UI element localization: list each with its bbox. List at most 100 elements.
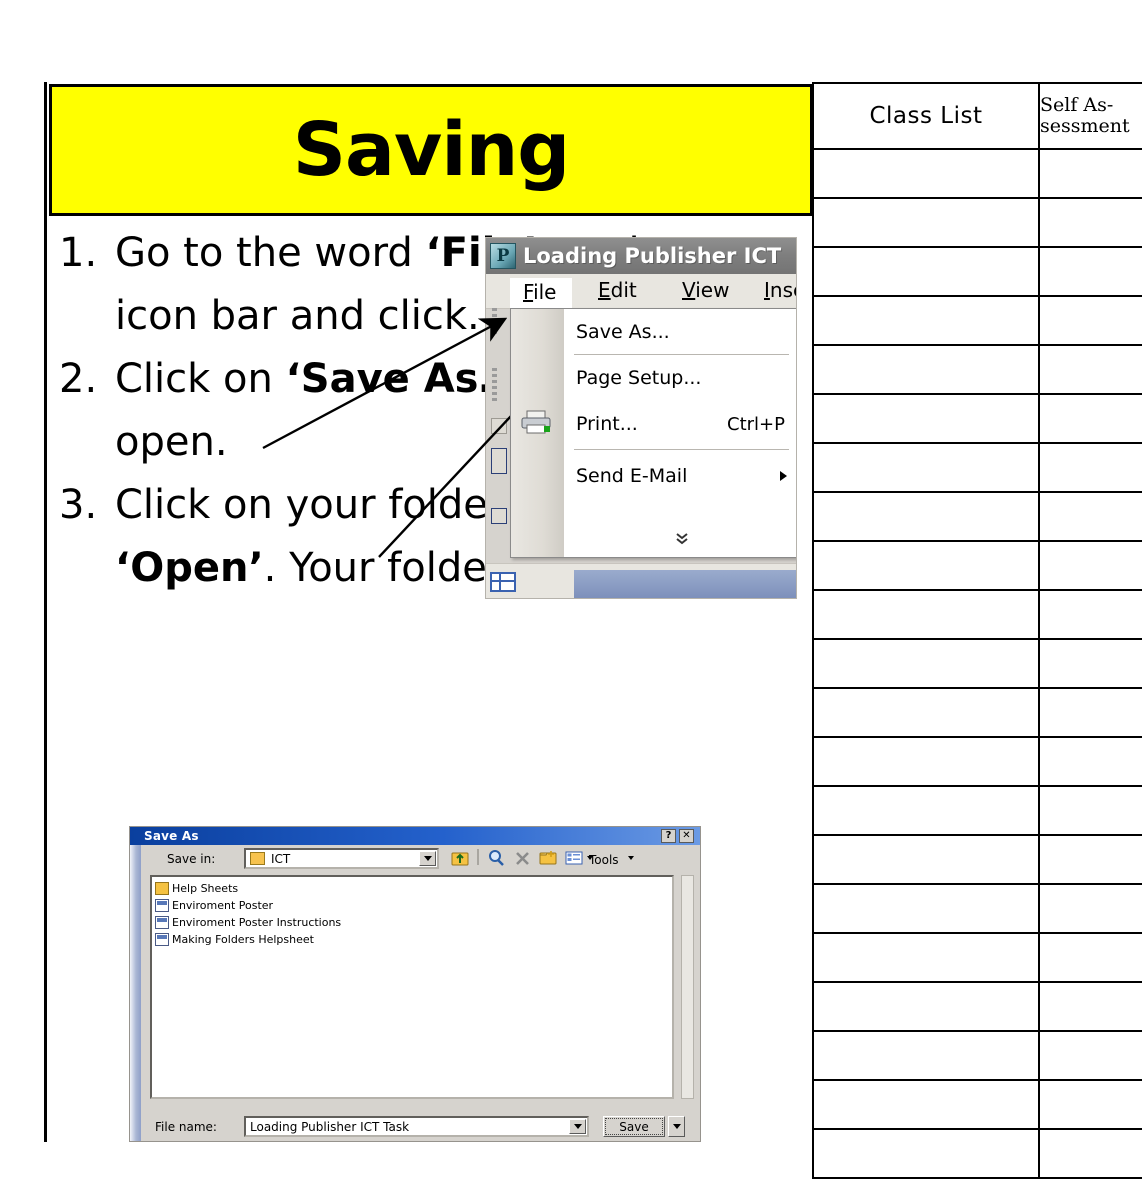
table-row bbox=[812, 1079, 1142, 1130]
cell-self-assessment[interactable] bbox=[1038, 393, 1142, 444]
cell-class-list[interactable] bbox=[812, 834, 1040, 885]
save-as-title-bar: Save As ? ✕ bbox=[130, 827, 700, 845]
file-list-scrollbar[interactable] bbox=[681, 875, 694, 1099]
cell-class-list[interactable] bbox=[812, 638, 1040, 689]
cell-class-list[interactable] bbox=[812, 491, 1040, 542]
chevron-down-icon[interactable] bbox=[569, 1119, 586, 1134]
cell-class-list[interactable] bbox=[812, 1079, 1040, 1130]
menu-item-page-setup[interactable]: Page Setup... bbox=[564, 359, 796, 397]
save-options-dropdown[interactable] bbox=[668, 1116, 685, 1137]
help-button[interactable]: ? bbox=[661, 829, 676, 843]
tools-dropdown-icon[interactable] bbox=[626, 849, 636, 867]
cell-self-assessment[interactable] bbox=[1038, 1030, 1142, 1081]
list-item[interactable]: Help Sheets bbox=[155, 880, 672, 896]
cell-class-list[interactable] bbox=[812, 687, 1040, 738]
title-banner: Saving bbox=[49, 84, 813, 216]
list-item[interactable]: Enviroment Poster bbox=[155, 897, 672, 913]
table-icon bbox=[490, 572, 516, 592]
menu-insert[interactable]: Insert bbox=[764, 278, 796, 302]
save-in-value: ICT bbox=[271, 851, 291, 866]
cell-self-assessment[interactable] bbox=[1038, 785, 1142, 836]
chevron-down-icon[interactable] bbox=[419, 851, 436, 866]
toolbar-grip-icon bbox=[492, 308, 497, 334]
cell-class-list[interactable] bbox=[812, 1128, 1040, 1179]
cell-self-assessment[interactable] bbox=[1038, 687, 1142, 738]
step-number: 2. bbox=[59, 356, 98, 402]
cell-self-assessment[interactable] bbox=[1038, 1079, 1142, 1130]
cell-class-list[interactable] bbox=[812, 148, 1040, 199]
delete-icon[interactable] bbox=[513, 849, 532, 867]
views-icon[interactable] bbox=[565, 849, 584, 867]
cell-class-list[interactable] bbox=[812, 540, 1040, 591]
cell-class-list[interactable] bbox=[812, 785, 1040, 836]
cell-self-assessment[interactable] bbox=[1038, 540, 1142, 591]
menu-item-print-label: Print... bbox=[576, 413, 638, 435]
cell-self-assessment[interactable] bbox=[1038, 344, 1142, 395]
cell-self-assessment[interactable] bbox=[1038, 883, 1142, 934]
cell-class-list[interactable] bbox=[812, 393, 1040, 444]
menu-separator-1 bbox=[574, 354, 789, 355]
cell-class-list[interactable] bbox=[812, 442, 1040, 493]
menu-item-send-email[interactable]: Send E-Mail bbox=[564, 457, 796, 495]
new-folder-icon[interactable] bbox=[539, 849, 558, 867]
cell-self-assessment[interactable] bbox=[1038, 834, 1142, 885]
publisher-file-icon bbox=[155, 898, 169, 912]
file-name-value: Loading Publisher ICT Task bbox=[250, 1119, 410, 1134]
publisher-text-tool[interactable] bbox=[491, 448, 507, 474]
table-row bbox=[812, 736, 1142, 787]
class-roster-table: Class List Self As- sessment bbox=[812, 82, 1142, 1179]
list-item[interactable]: Enviroment Poster Instructions bbox=[155, 914, 672, 930]
cell-self-assessment[interactable] bbox=[1038, 148, 1142, 199]
save-in-combobox[interactable]: ICT bbox=[244, 848, 439, 869]
save-in-label: Save in: bbox=[167, 852, 216, 866]
publisher-picture-tool[interactable] bbox=[491, 508, 507, 524]
cell-class-list[interactable] bbox=[812, 344, 1040, 395]
cell-self-assessment[interactable] bbox=[1038, 442, 1142, 493]
file-name: Help Sheets bbox=[172, 881, 239, 895]
cell-self-assessment[interactable] bbox=[1038, 491, 1142, 542]
expand-menu-chevron-icon[interactable] bbox=[564, 523, 796, 553]
column-header-class-list: Class List bbox=[812, 82, 1040, 150]
file-name-input[interactable]: Loading Publisher ICT Task bbox=[244, 1116, 589, 1137]
menu-file-accel: F bbox=[523, 280, 534, 304]
list-item[interactable]: Making Folders Helpsheet bbox=[155, 931, 672, 947]
up-one-level-icon[interactable] bbox=[451, 849, 470, 867]
cell-self-assessment[interactable] bbox=[1038, 932, 1142, 983]
search-icon[interactable] bbox=[487, 849, 506, 867]
save-button[interactable]: Save bbox=[603, 1116, 665, 1137]
menu-item-print[interactable]: Print... Ctrl+P bbox=[564, 405, 796, 443]
publisher-status-bar bbox=[486, 563, 796, 598]
toolbar-grip-icon-2 bbox=[492, 368, 497, 402]
cell-class-list[interactable] bbox=[812, 197, 1040, 248]
cell-class-list[interactable] bbox=[812, 736, 1040, 787]
cell-self-assessment[interactable] bbox=[1038, 736, 1142, 787]
cell-self-assessment[interactable] bbox=[1038, 197, 1142, 248]
close-icon[interactable]: ✕ bbox=[679, 829, 694, 843]
cell-self-assessment[interactable] bbox=[1038, 295, 1142, 346]
menu-file[interactable]: File bbox=[510, 278, 573, 308]
cell-class-list[interactable] bbox=[812, 932, 1040, 983]
cell-class-list[interactable] bbox=[812, 295, 1040, 346]
cell-self-assessment[interactable] bbox=[1038, 1128, 1142, 1179]
cell-class-list[interactable] bbox=[812, 1030, 1040, 1081]
cell-class-list[interactable] bbox=[812, 246, 1040, 297]
cell-class-list[interactable] bbox=[812, 589, 1040, 640]
cell-self-assessment[interactable] bbox=[1038, 246, 1142, 297]
menu-edit-rest: dit bbox=[610, 278, 637, 302]
cell-class-list[interactable] bbox=[812, 883, 1040, 934]
cell-self-assessment[interactable] bbox=[1038, 638, 1142, 689]
cell-self-assessment[interactable] bbox=[1038, 589, 1142, 640]
cell-class-list[interactable] bbox=[812, 981, 1040, 1032]
step-text-plain: Go to the word bbox=[115, 230, 426, 276]
menu-separator-2 bbox=[574, 449, 789, 450]
menu-edit[interactable]: Edit bbox=[598, 278, 637, 302]
cell-self-assessment[interactable] bbox=[1038, 981, 1142, 1032]
menu-item-save-as[interactable]: Save As... bbox=[564, 313, 796, 351]
file-list[interactable]: Help Sheets Enviroment Poster Enviroment… bbox=[150, 875, 674, 1099]
menu-insert-rest: nsert bbox=[769, 278, 796, 302]
publisher-icon: P bbox=[490, 243, 516, 269]
menu-view[interactable]: View bbox=[682, 278, 729, 302]
publisher-tool-button[interactable] bbox=[491, 418, 507, 434]
table-row bbox=[812, 981, 1142, 1032]
tools-menu-label[interactable]: Tools bbox=[589, 853, 619, 867]
